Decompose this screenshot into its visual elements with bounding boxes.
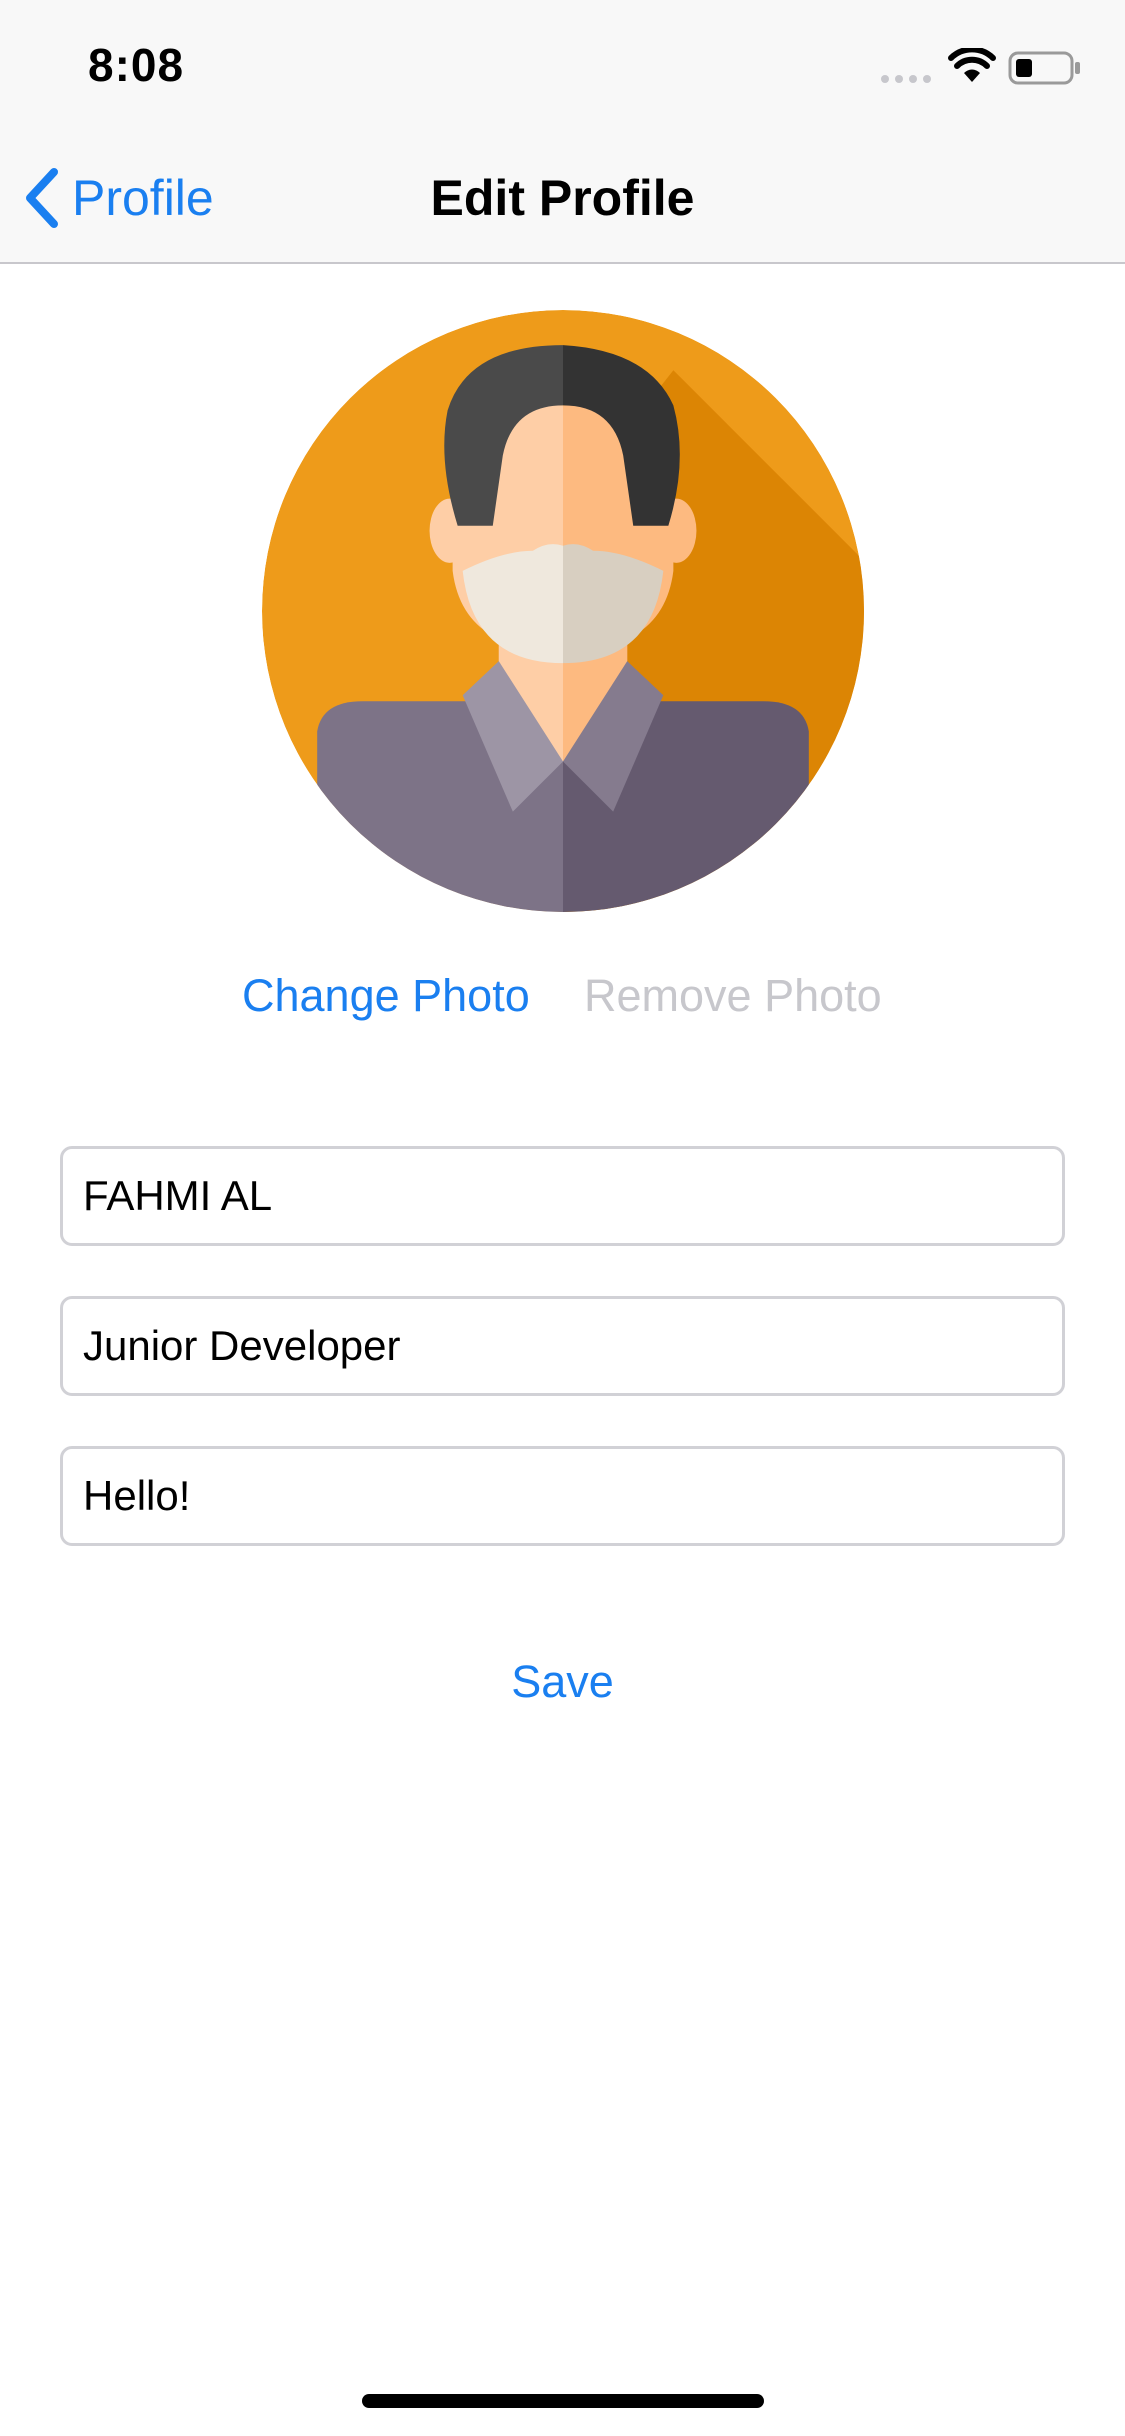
profile-avatar	[262, 310, 864, 912]
job-title-field[interactable]	[60, 1296, 1065, 1396]
name-field[interactable]	[60, 1146, 1065, 1246]
bio-field[interactable]	[60, 1446, 1065, 1546]
battery-icon	[1008, 51, 1080, 85]
save-button[interactable]: Save	[0, 1656, 1125, 1708]
home-indicator[interactable]	[362, 2394, 764, 2408]
edit-profile-screen: 8:08 Edit Profile Profile Change Photo R…	[0, 0, 1125, 2436]
back-button-label: Profile	[72, 170, 214, 226]
wifi-icon	[948, 48, 996, 82]
status-time: 8:08	[88, 39, 185, 91]
navigation-bar: Edit Profile Profile	[0, 132, 1125, 264]
photo-actions: Change Photo Remove Photo	[0, 970, 1125, 1040]
status-bar: 8:08	[0, 0, 1125, 132]
change-photo-button[interactable]: Change Photo	[242, 970, 530, 1022]
chevron-left-icon	[26, 168, 58, 228]
back-button[interactable]: Profile	[22, 132, 214, 264]
remove-photo-button[interactable]: Remove Photo	[584, 970, 882, 1022]
cellular-signal-icon	[881, 75, 931, 83]
